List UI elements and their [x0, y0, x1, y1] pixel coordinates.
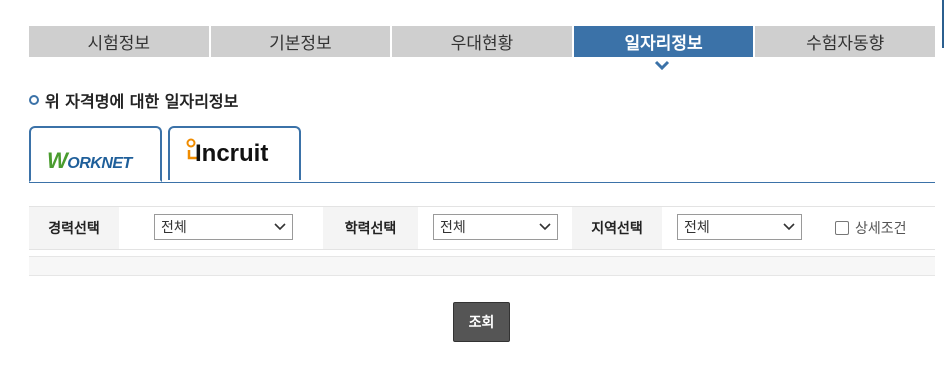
- education-select-value: 전체: [440, 220, 466, 236]
- section-heading: 위 자격명에 대한 일자리정보: [29, 88, 238, 112]
- detail-condition-label: 상세조건: [855, 221, 907, 237]
- job-source-tabs: WORKNET Incruit: [29, 126, 935, 183]
- tab-job-info[interactable]: 일자리정보: [573, 26, 756, 57]
- scroll-edge-divider: [942, 0, 944, 48]
- incruit-logo: Incruit: [195, 140, 269, 167]
- worknet-logo: WORKNET: [47, 148, 132, 173]
- career-select-value: 전체: [161, 220, 187, 236]
- chevron-down-icon: [783, 223, 795, 231]
- region-filter-label: 지역선택: [572, 207, 662, 249]
- section-title: 위 자격명에 대한 일자리정보: [45, 92, 239, 111]
- search-filter-bar: 경력선택 전체 학력선택 전체 지역선택 전체 상세조건: [29, 206, 935, 250]
- education-select[interactable]: 전체: [433, 214, 558, 240]
- career-filter-label: 경력선택: [29, 207, 119, 249]
- category-tabs: 시험정보 기본정보 우대현황 일자리정보 수험자동향: [29, 26, 935, 57]
- region-select[interactable]: 전체: [677, 214, 802, 240]
- chevron-down-icon: [274, 223, 286, 231]
- tab-examinee-trends[interactable]: 수험자동향: [755, 26, 935, 57]
- detail-condition-toggle[interactable]: 상세조건: [835, 207, 907, 249]
- result-row-empty: [29, 256, 935, 276]
- tab-basic-info[interactable]: 기본정보: [210, 26, 393, 57]
- tab-exam-info[interactable]: 시험정보: [29, 26, 211, 57]
- tab-preference-status[interactable]: 우대현황: [392, 26, 574, 57]
- detail-condition-checkbox[interactable]: [835, 221, 849, 235]
- chevron-down-icon: [539, 223, 551, 231]
- chevron-down-icon: [654, 60, 670, 70]
- tab-incruit[interactable]: Incruit: [168, 126, 301, 180]
- search-button[interactable]: 조회: [453, 302, 510, 342]
- tab-worknet[interactable]: WORKNET: [29, 126, 162, 182]
- region-select-value: 전체: [684, 220, 710, 236]
- bullet-icon: [29, 95, 39, 105]
- career-select[interactable]: 전체: [154, 214, 293, 240]
- education-filter-label: 학력선택: [323, 207, 418, 249]
